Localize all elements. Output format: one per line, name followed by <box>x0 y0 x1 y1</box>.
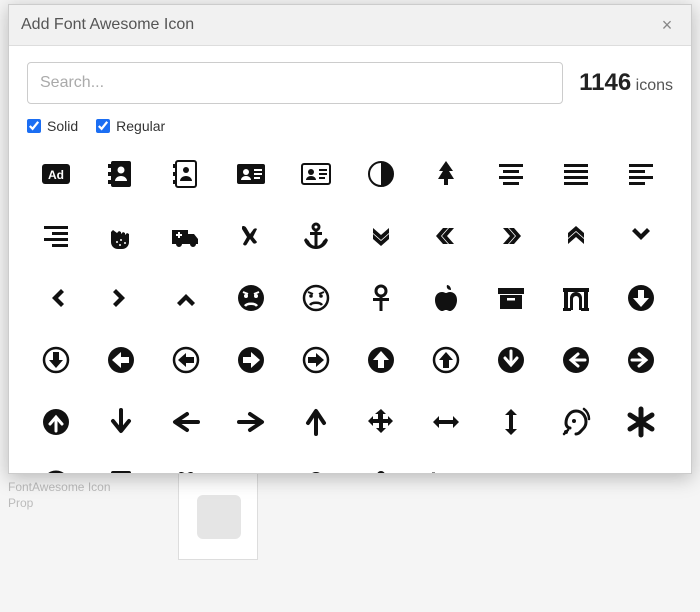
ghost-placeholder-icon <box>197 495 241 539</box>
audio-description-icon[interactable] <box>222 457 279 473</box>
atom-icon[interactable] <box>157 457 214 473</box>
backspace-icon[interactable] <box>482 457 539 473</box>
arrow-left-icon[interactable] <box>157 395 214 449</box>
assistive-listening-systems-icon[interactable] <box>547 395 604 449</box>
close-button[interactable]: × <box>655 13 679 37</box>
search-row: 1146 icons <box>27 62 673 104</box>
angle-double-up-icon[interactable] <box>547 209 604 263</box>
icon-grid <box>27 147 669 473</box>
angry-icon[interactable] <box>222 271 279 325</box>
dialog-title: Add Font Awesome Icon <box>21 16 194 34</box>
baby-icon[interactable] <box>352 457 409 473</box>
arrow-circle-right-icon[interactable] <box>612 333 669 387</box>
adjust-icon[interactable] <box>352 147 409 201</box>
dialog-header: Add Font Awesome Icon × <box>9 5 691 46</box>
backdrop-card <box>178 470 258 560</box>
filter-solid-checkbox[interactable] <box>27 119 41 133</box>
close-icon: × <box>662 15 673 35</box>
ankh-icon[interactable] <box>352 271 409 325</box>
arrow-circle-down-icon[interactable] <box>482 333 539 387</box>
arrow-alt-circle-down-icon[interactable] <box>612 271 669 325</box>
baby-carriage-icon[interactable] <box>417 457 474 473</box>
dialog-body: 1146 icons Solid Regular <box>9 46 691 473</box>
angle-left-icon[interactable] <box>27 271 84 325</box>
arrow-alt-circle-right-o-icon[interactable] <box>287 333 344 387</box>
asterisk-icon[interactable] <box>612 395 669 449</box>
icon-count-label: icons <box>636 77 673 94</box>
angle-double-right-icon[interactable] <box>482 209 539 263</box>
archive-icon[interactable] <box>482 271 539 325</box>
angle-up-icon[interactable] <box>157 271 214 325</box>
ad-icon[interactable] <box>27 147 84 201</box>
ambulance-icon[interactable] <box>157 209 214 263</box>
archway-icon[interactable] <box>547 271 604 325</box>
backdrop-panel-label: FontAwesome Icon Prop <box>8 480 128 511</box>
align-center-icon[interactable] <box>482 147 539 201</box>
font-awesome-picker-dialog: Add Font Awesome Icon × 1146 icons Solid… <box>8 4 692 474</box>
angle-double-down-icon[interactable] <box>352 209 409 263</box>
address-book-o-icon[interactable] <box>157 147 214 201</box>
align-right-icon[interactable] <box>27 209 84 263</box>
angry-o-icon[interactable] <box>287 271 344 325</box>
arrow-alt-circle-right-icon[interactable] <box>222 333 279 387</box>
arrows-alt-icon[interactable] <box>352 395 409 449</box>
address-book-icon[interactable] <box>92 147 149 201</box>
bacon-icon[interactable] <box>612 457 669 473</box>
arrow-alt-circle-up-o-icon[interactable] <box>417 333 474 387</box>
arrow-alt-circle-down-o-icon[interactable] <box>27 333 84 387</box>
arrows-alt-h-icon[interactable] <box>417 395 474 449</box>
arrow-circle-up-icon[interactable] <box>27 395 84 449</box>
arrow-up-icon[interactable] <box>287 395 344 449</box>
align-justify-icon[interactable] <box>547 147 604 201</box>
angle-double-left-icon[interactable] <box>417 209 474 263</box>
air-freshener-icon[interactable] <box>417 147 474 201</box>
filter-regular-checkbox[interactable] <box>96 119 110 133</box>
filter-regular[interactable]: Regular <box>96 118 165 134</box>
at-icon[interactable] <box>27 457 84 473</box>
address-card-o-icon[interactable] <box>287 147 344 201</box>
address-card-icon[interactable] <box>222 147 279 201</box>
arrow-down-icon[interactable] <box>92 395 149 449</box>
arrow-alt-circle-left-o-icon[interactable] <box>157 333 214 387</box>
search-input[interactable] <box>27 62 563 104</box>
icon-count-number: 1146 <box>579 69 631 96</box>
apple-alt-icon[interactable] <box>417 271 474 325</box>
arrow-right-icon[interactable] <box>222 395 279 449</box>
align-left-icon[interactable] <box>612 147 669 201</box>
filter-solid[interactable]: Solid <box>27 118 78 134</box>
allergies-icon[interactable] <box>92 209 149 263</box>
angle-down-icon[interactable] <box>612 209 669 263</box>
backward-icon[interactable] <box>547 457 604 473</box>
arrow-alt-circle-left-icon[interactable] <box>92 333 149 387</box>
american-sign-language-icon[interactable] <box>222 209 279 263</box>
anchor-icon[interactable] <box>287 209 344 263</box>
filter-row: Solid Regular <box>27 118 673 134</box>
arrows-alt-v-icon[interactable] <box>482 395 539 449</box>
angle-right-icon[interactable] <box>92 271 149 325</box>
filter-regular-label: Regular <box>116 118 165 134</box>
icon-scroll-area[interactable] <box>27 146 673 473</box>
icon-count: 1146 icons <box>579 69 673 97</box>
award-icon[interactable] <box>287 457 344 473</box>
filter-solid-label: Solid <box>47 118 78 134</box>
arrow-alt-circle-up-icon[interactable] <box>352 333 409 387</box>
atlas-icon[interactable] <box>92 457 149 473</box>
arrow-circle-left-icon[interactable] <box>547 333 604 387</box>
